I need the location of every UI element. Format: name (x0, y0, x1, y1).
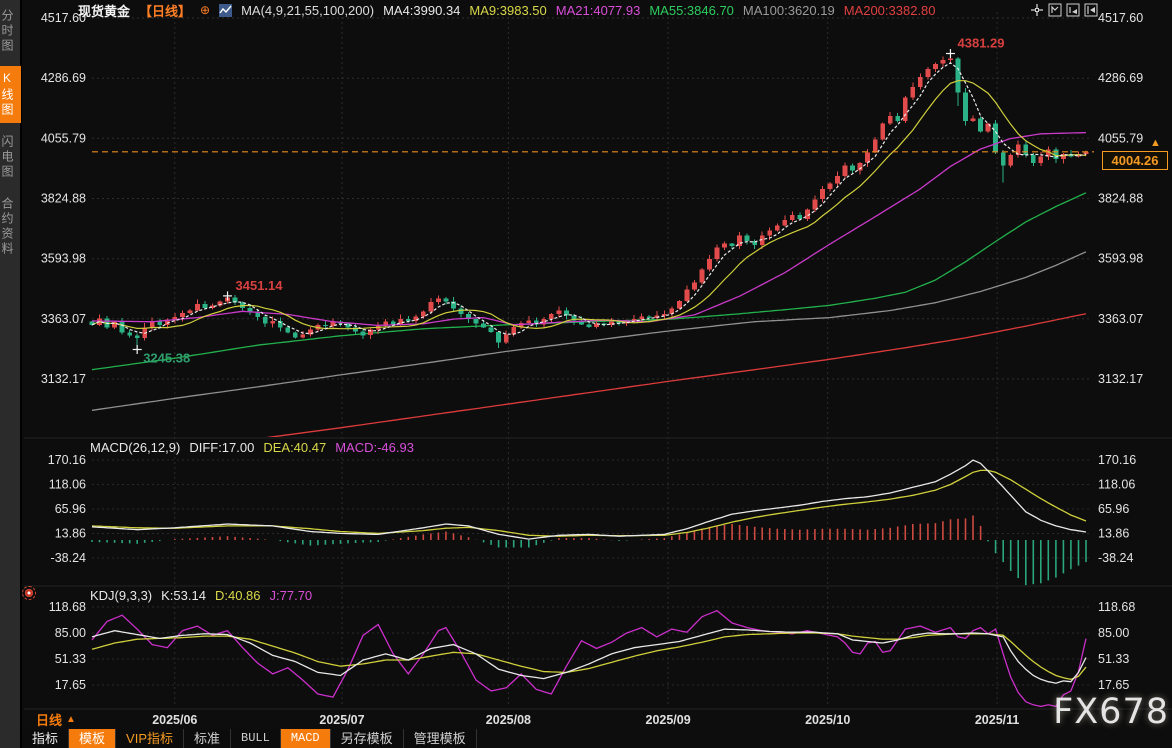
svg-text:4517.60: 4517.60 (1098, 11, 1143, 25)
y-axis-left-icon[interactable] (1048, 3, 1062, 17)
svg-text:118.68: 118.68 (49, 600, 86, 614)
ma9-value: MA9:3983.50 (469, 3, 546, 18)
svg-text:118.06: 118.06 (49, 478, 86, 492)
alert-beacon-icon[interactable] (25, 589, 33, 597)
toolbar-standard-button[interactable]: 标准 (184, 729, 231, 748)
svg-text:170.16: 170.16 (1098, 453, 1136, 467)
svg-text:65.96: 65.96 (1098, 502, 1129, 516)
kdj-indicator-header: KDJ(9,3,3) K:53.14 D:40.86 J:77.70 (90, 588, 312, 603)
macd-indicator-header: MACD(26,12,9) DIFF:17.00 DEA:40.47 MACD:… (90, 440, 414, 455)
svg-text:-38.24: -38.24 (1098, 551, 1133, 565)
watermark: FX678 (1053, 692, 1169, 732)
chart-canvas[interactable]: 4381.293451.143245.384517.604517.604286.… (0, 0, 1172, 730)
gridlines (24, 12, 1172, 709)
sidebar: 分时图 K线图 闪电图 合约资料 (0, 0, 22, 748)
svg-text:3363.07: 3363.07 (41, 312, 86, 326)
toolbar-bull-template-button[interactable]: BULL (231, 729, 281, 748)
macd-hist-value: MACD:-46.93 (335, 440, 414, 455)
month-labels: 2025/06 2025/07 2025/08 2025/09 2025/10 2025/… (152, 713, 1019, 727)
toolbar-manage-templates-button[interactable]: 管理模板 (404, 729, 477, 748)
macd-panel (92, 460, 1086, 585)
period-selector-label: 日线 (36, 710, 62, 729)
svg-text:3593.98: 3593.98 (1098, 252, 1143, 266)
toolbar-indicators-button[interactable]: 指标 (22, 729, 69, 748)
toolbar-vip-indicators-button[interactable]: VIP指标 (116, 729, 184, 748)
ma-lines-under (92, 193, 1086, 441)
svg-text:17.65: 17.65 (1098, 678, 1129, 692)
kdj-j-value: J:77.70 (270, 588, 313, 603)
candles (90, 54, 1089, 350)
svg-text:3593.98: 3593.98 (41, 252, 86, 266)
svg-text:4286.69: 4286.69 (41, 71, 86, 85)
kdj-k-value: K:53.14 (161, 588, 206, 603)
svg-text:2025/11: 2025/11 (975, 713, 1020, 727)
svg-text:4055.79: 4055.79 (41, 131, 86, 145)
sidebar-tab-contract-info[interactable]: 合约资料 (0, 192, 21, 262)
sidebar-tab-flash-chart[interactable]: 闪电图 (0, 130, 21, 185)
macd-params: MACD(26,12,9) (90, 440, 180, 455)
macd-diff-value: DIFF:17.00 (189, 440, 254, 455)
period-selector[interactable]: 日线 ▲ (36, 710, 76, 729)
svg-text:65.96: 65.96 (55, 502, 86, 516)
macd-dea-value: DEA:40.47 (263, 440, 326, 455)
symbol-name: 现货黄金 (78, 1, 130, 20)
kline-style-icon[interactable] (219, 4, 232, 17)
toolbar-macd-template-button[interactable]: MACD (281, 729, 331, 748)
svg-text:51.33: 51.33 (55, 652, 86, 666)
svg-text:17.65: 17.65 (55, 678, 86, 692)
ma55-value: MA55:3846.70 (649, 3, 734, 18)
kdj-params: KDJ(9,3,3) (90, 588, 152, 603)
toolbar-templates-button[interactable]: 模板 (69, 729, 116, 748)
collapse-panel-icon[interactable] (1084, 3, 1098, 17)
svg-text:3363.07: 3363.07 (1098, 312, 1143, 326)
ma21-value: MA21:4077.93 (556, 3, 641, 18)
toolbar-save-template-button[interactable]: 另存模板 (331, 729, 404, 748)
chart-header: 现货黄金 【日线】 ⊕ MA(4,9,21,55,100,200) MA4:39… (78, 2, 936, 18)
bottom-toolbar: 指标 模板 VIP指标 标准 BULL MACD 另存模板 管理模板 (22, 729, 477, 748)
svg-text:3451.14: 3451.14 (236, 278, 284, 293)
chart-tool-icons (1030, 3, 1098, 17)
svg-text:51.33: 51.33 (1098, 652, 1129, 666)
svg-text:85.00: 85.00 (55, 626, 86, 640)
svg-text:4381.29: 4381.29 (958, 36, 1005, 51)
price-pointer-icon: ▲ (1150, 137, 1161, 149)
ma200-value: MA200:3382.80 (844, 3, 936, 18)
svg-text:-38.24: -38.24 (51, 551, 86, 565)
svg-text:85.00: 85.00 (1098, 626, 1129, 640)
svg-text:2025/07: 2025/07 (319, 713, 364, 727)
svg-text:2025/08: 2025/08 (486, 713, 531, 727)
price-annotations: 4381.29 3451.14 3245.38 (133, 36, 1005, 366)
svg-text:3132.17: 3132.17 (41, 372, 86, 386)
ma-group-label: MA(4,9,21,55,100,200) (241, 3, 374, 18)
svg-text:3824.88: 3824.88 (1098, 192, 1143, 206)
svg-text:2025/10: 2025/10 (805, 713, 850, 727)
svg-text:4055.79: 4055.79 (1098, 131, 1143, 145)
svg-text:2025/09: 2025/09 (646, 713, 691, 727)
svg-text:2025/06: 2025/06 (152, 713, 197, 727)
svg-text:13.86: 13.86 (1098, 527, 1129, 541)
svg-text:118.68: 118.68 (1098, 600, 1135, 614)
svg-text:3245.38: 3245.38 (143, 351, 190, 366)
period-tag[interactable]: 【日线】 (139, 1, 191, 20)
ma100-value: MA100:3620.19 (743, 3, 835, 18)
kdj-d-value: D:40.86 (215, 588, 261, 603)
svg-text:3824.88: 3824.88 (41, 192, 86, 206)
svg-text:4286.69: 4286.69 (1098, 71, 1143, 85)
ma4-value: MA4:3990.34 (383, 3, 460, 18)
caret-up-icon: ▲ (66, 714, 76, 725)
svg-text:3132.17: 3132.17 (1098, 372, 1143, 386)
svg-text:13.86: 13.86 (55, 527, 86, 541)
add-indicator-icon[interactable]: ⊕ (200, 3, 210, 17)
svg-text:170.16: 170.16 (48, 453, 86, 467)
crosshair-icon[interactable] (1030, 3, 1044, 17)
sidebar-tab-time-chart[interactable]: 分时图 (0, 4, 21, 59)
current-price-box: 4004.26 (1102, 151, 1168, 170)
svg-text:118.06: 118.06 (1098, 478, 1135, 492)
y-axis-right-icon[interactable] (1066, 3, 1080, 17)
sidebar-tab-kline-chart[interactable]: K线图 (0, 66, 21, 123)
